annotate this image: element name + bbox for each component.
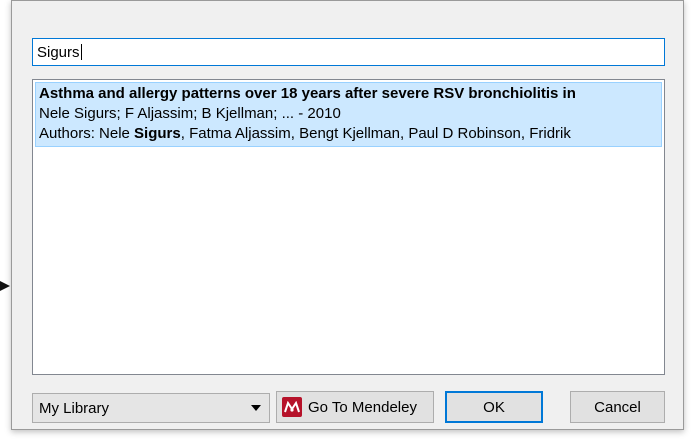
ok-label: OK [483,398,505,416]
list-item[interactable]: Asthma and allergy patterns over 18 year… [35,82,662,147]
mendeley-logo-icon [282,397,302,417]
authors-suffix: , Fatma Aljassim, Bengt Kjellman, Paul D… [180,125,571,142]
authors-prefix: Authors: Nele [39,125,135,142]
result-authors: Authors: Nele Sigurs, Fatma Aljassim, Be… [39,124,658,144]
go-to-mendeley-button[interactable]: Go To Mendeley [276,391,434,423]
search-input-value: Sigurs [37,43,80,61]
insert-citation-dialog: Sigurs Asthma and allergy patterns over … [11,0,684,430]
ok-button[interactable]: OK [445,391,543,423]
authors-match: Sigurs [134,125,181,142]
pointer-arrow-icon [0,281,10,291]
text-caret [80,44,82,60]
library-dropdown-value: My Library [39,399,110,417]
cancel-button[interactable]: Cancel [570,391,665,423]
search-input[interactable]: Sigurs [32,38,665,66]
result-citation: Nele Sigurs; F Aljassim; B Kjellman; ...… [39,105,341,122]
go-to-mendeley-label: Go To Mendeley [308,398,417,416]
library-dropdown[interactable]: My Library [32,393,270,423]
results-list[interactable]: Asthma and allergy patterns over 18 year… [32,79,665,375]
chevron-down-icon [251,405,261,411]
result-title: Asthma and allergy patterns over 18 year… [39,85,576,102]
cancel-label: Cancel [594,398,641,416]
